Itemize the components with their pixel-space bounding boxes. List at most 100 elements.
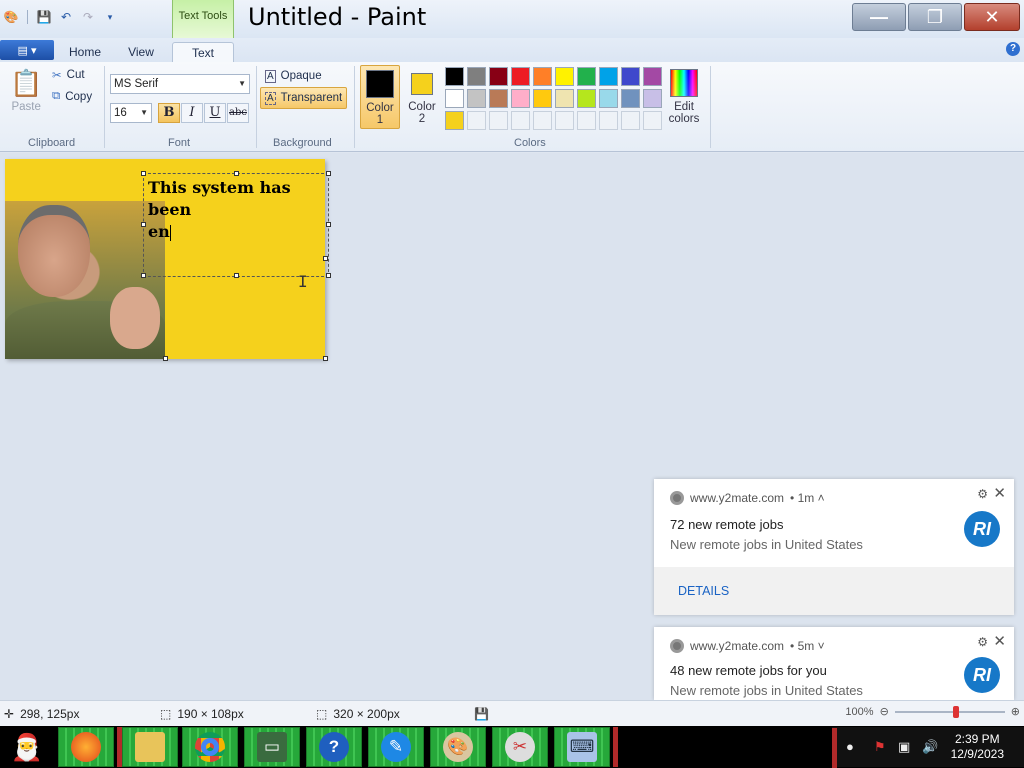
edit-colors-button[interactable]: Edit colors [664, 67, 704, 125]
chrome-icon [195, 732, 225, 762]
tab-text[interactable]: Text [172, 42, 234, 62]
opaque-button[interactable]: A Opaque [262, 67, 325, 85]
color-swatch[interactable] [489, 67, 508, 86]
taskbar-help[interactable]: ? [306, 727, 362, 767]
taskbar-firefox[interactable] [58, 727, 114, 767]
resize-handle[interactable] [141, 222, 146, 227]
close-icon[interactable]: ✕ [993, 484, 1006, 502]
color-swatch[interactable] [643, 89, 662, 108]
color-swatch[interactable] [533, 111, 552, 130]
font-family-select[interactable]: MS Serif ▼ [110, 74, 250, 94]
record-icon[interactable]: ● [846, 739, 854, 754]
bold-button[interactable]: B [158, 103, 180, 123]
minimize-button[interactable]: — [852, 3, 906, 31]
color-swatch[interactable] [599, 67, 618, 86]
gear-icon[interactable]: ⚙ [977, 487, 988, 501]
canvas-workspace[interactable]: This system has been en I [0, 153, 1024, 700]
paste-button[interactable]: 📋 Paste [10, 68, 42, 113]
color-swatch[interactable] [577, 67, 596, 86]
help-icon[interactable]: ? [1006, 42, 1020, 56]
color-swatch[interactable] [577, 111, 596, 130]
strikethrough-button[interactable]: abc [227, 103, 249, 123]
taskbar-snipping[interactable]: ✂ [492, 727, 548, 767]
color-swatch[interactable] [511, 89, 530, 108]
color-swatch[interactable] [577, 89, 596, 108]
resize-handle[interactable] [234, 171, 239, 176]
tab-home[interactable]: Home [62, 42, 108, 62]
text-box[interactable]: This system has been en [143, 173, 329, 277]
color-swatch[interactable] [621, 67, 640, 86]
drawing-canvas[interactable]: This system has been en [5, 159, 331, 361]
color-swatch[interactable] [599, 111, 618, 130]
start-button[interactable]: 🎅 [2, 727, 52, 767]
color-swatch[interactable] [511, 111, 530, 130]
color-swatch[interactable] [445, 67, 464, 86]
copy-button[interactable]: ⧉ Copy [52, 90, 92, 103]
zoom-slider-thumb[interactable] [952, 705, 959, 718]
color-swatch[interactable] [555, 67, 574, 86]
gear-icon[interactable]: ⚙ [977, 635, 988, 649]
clock[interactable]: 2:39 PM 12/9/2023 [951, 732, 1004, 762]
network-icon[interactable]: ▣ [898, 739, 910, 755]
color-swatch[interactable] [643, 111, 662, 130]
quick-access-toolbar: 🎨 💾 ↶ ↷ ▾ [0, 8, 119, 26]
close-button[interactable]: ✕ [964, 3, 1020, 31]
taskbar-chrome[interactable] [182, 727, 238, 767]
notification-card[interactable]: www.y2mate.com • 1m ˄ ⚙ ✕ 72 new remote … [654, 479, 1014, 615]
color-swatch[interactable] [555, 89, 574, 108]
taskbar-monitor[interactable]: ▭ [244, 727, 300, 767]
underline-button[interactable]: U [204, 103, 226, 123]
taskbar-explorer[interactable] [122, 727, 178, 767]
volume-icon[interactable]: 🔊 [922, 739, 938, 755]
resize-handle[interactable] [234, 273, 239, 278]
canvas-resize-handle[interactable] [163, 356, 168, 361]
color-swatch[interactable] [621, 89, 640, 108]
italic-button[interactable]: I [181, 103, 203, 123]
zoom-slider[interactable] [894, 705, 1005, 718]
details-button[interactable]: DETAILS [654, 567, 1014, 615]
color-swatch[interactable] [599, 89, 618, 108]
notification-card[interactable]: www.y2mate.com • 5m ˅ ⚙ ✕ 48 new remote … [654, 627, 1014, 700]
close-icon[interactable]: ✕ [993, 632, 1006, 650]
transparent-button[interactable]: A Transparent [260, 87, 348, 109]
color-swatch[interactable] [533, 67, 552, 86]
taskbar-paint[interactable]: 🎨 [430, 727, 486, 767]
color-swatch[interactable] [489, 111, 508, 130]
resize-handle[interactable] [141, 273, 146, 278]
canvas-resize-handle[interactable] [323, 256, 328, 261]
resize-handle[interactable] [326, 222, 331, 227]
save-icon[interactable]: 💾 [35, 8, 53, 26]
color-swatch[interactable] [511, 67, 530, 86]
color-swatch[interactable] [643, 67, 662, 86]
color-swatch[interactable] [621, 111, 640, 130]
undo-icon[interactable]: ↶ [57, 8, 75, 26]
resize-handle[interactable] [326, 171, 331, 176]
color-swatch[interactable] [445, 111, 464, 130]
canvas-resize-handle[interactable] [323, 356, 328, 361]
resize-handle[interactable] [141, 171, 146, 176]
zoom-in-icon[interactable]: ⊕ [1011, 705, 1020, 718]
color2-button[interactable]: Color 2 [402, 65, 442, 129]
paint-menu-button[interactable]: ▤ ▾ [0, 40, 54, 60]
zoom-out-icon[interactable]: ⊖ [880, 705, 889, 718]
cut-button[interactable]: ✂ Cut [52, 68, 85, 82]
taskbar-chat[interactable]: ✎ [368, 727, 424, 767]
color-swatch[interactable] [489, 89, 508, 108]
color-swatch[interactable] [467, 67, 486, 86]
color-swatch[interactable] [533, 89, 552, 108]
color-swatch[interactable] [555, 111, 574, 130]
customize-qat-icon[interactable]: ▾ [101, 8, 119, 26]
color-swatch[interactable] [467, 111, 486, 130]
color-swatch[interactable] [445, 89, 464, 108]
font-size-select[interactable]: 16 ▼ [110, 103, 152, 123]
paint-app-icon[interactable]: 🎨 [2, 8, 20, 26]
tab-view[interactable]: View [118, 42, 164, 62]
color1-button[interactable]: Color 1 [360, 65, 400, 129]
redo-icon[interactable]: ↷ [79, 8, 97, 26]
taskbar-keyboard[interactable]: ⌨ [554, 727, 610, 767]
maximize-button[interactable]: ❐ [908, 3, 962, 31]
resize-handle[interactable] [326, 273, 331, 278]
notification-site: www.y2mate.com [690, 491, 785, 505]
color-swatch[interactable] [467, 89, 486, 108]
flag-icon[interactable]: ⚑ [874, 739, 886, 755]
